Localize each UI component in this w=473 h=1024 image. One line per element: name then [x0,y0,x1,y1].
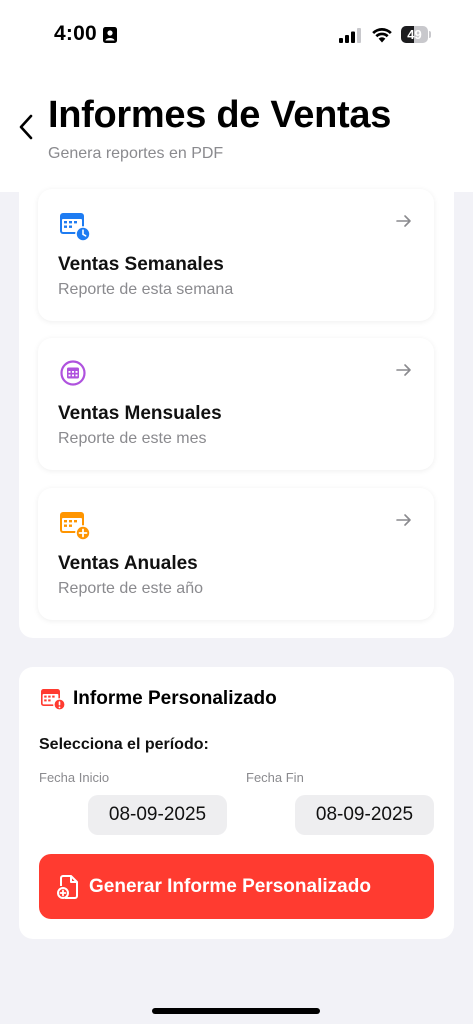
calendar-circle-icon [60,360,86,386]
card-title: Ventas Mensuales [58,403,222,424]
contact-card-icon [103,27,117,43]
status-bar: 4:00 49 [0,0,473,70]
page-title: Informes de Ventas [48,94,392,136]
back-chevron-icon[interactable] [16,113,36,141]
end-date-label: Fecha Fin [246,770,304,785]
custom-report-panel: Informe Personalizado Selecciona el perí… [19,667,454,939]
reports-panel: Ventas Semanales Reporte de esta semana … [19,189,454,638]
card-subtitle: Reporte de esta semana [58,281,234,298]
document-plus-icon [57,875,78,899]
custom-report-title: Informe Personalizado [73,688,277,709]
period-label: Selecciona el período: [39,736,209,753]
card-title: Ventas Semanales [58,254,224,275]
generate-button-label: Generar Informe Personalizado [89,876,371,897]
card-subtitle: Reporte de este año [58,580,203,597]
calendar-alert-icon [41,689,66,711]
arrow-right-icon [396,215,411,227]
start-date-picker[interactable]: 08-09-2025 [88,795,227,835]
calendar-plus-icon [60,512,91,541]
cellular-signal-icon [339,28,361,43]
calendar-clock-icon [60,213,91,242]
start-date-label: Fecha Inicio [39,770,110,785]
status-time: 4:00 [54,22,97,45]
battery-indicator: 49 [401,26,431,43]
yearly-sales-card[interactable]: Ventas Anuales Reporte de este año [38,488,434,620]
card-title: Ventas Anuales [58,553,198,574]
end-date-picker[interactable]: 08-09-2025 [295,795,434,835]
monthly-sales-card[interactable]: Ventas Mensuales Reporte de este mes [38,338,434,470]
arrow-right-icon [396,514,411,526]
generate-custom-report-button[interactable]: Generar Informe Personalizado [39,854,434,919]
home-indicator[interactable] [152,1008,320,1014]
card-subtitle: Reporte de este mes [58,430,207,447]
arrow-right-icon [396,364,411,376]
page-subtitle: Genera reportes en PDF [48,145,224,162]
wifi-icon [372,28,392,43]
header: 4:00 49 Informes de Ventas Genera report… [0,0,473,192]
battery-level: 49 [407,27,422,42]
weekly-sales-card[interactable]: Ventas Semanales Reporte de esta semana [38,189,434,321]
